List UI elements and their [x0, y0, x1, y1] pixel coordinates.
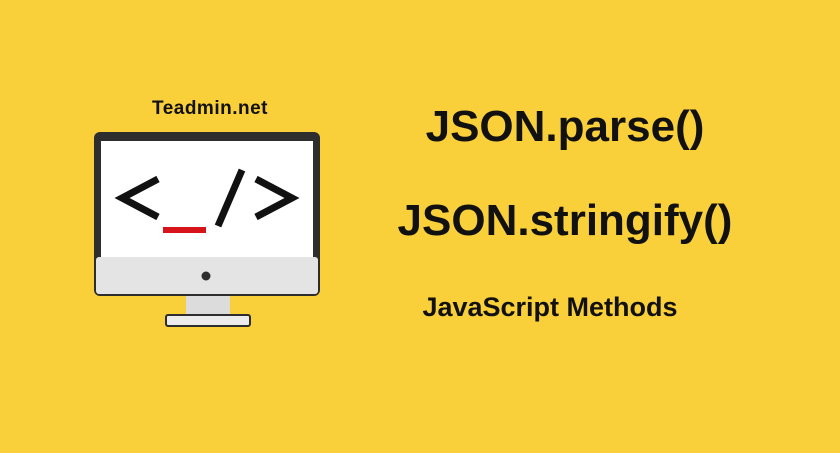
- monitor-base: [165, 314, 251, 327]
- power-dot-icon: [201, 271, 211, 281]
- headline-json-stringify: JSON.stringify(): [397, 196, 733, 245]
- banner-canvas: Teadmin.net JSON.parse() JSON.stringify(…: [0, 0, 840, 453]
- monitor-screen: [101, 141, 313, 257]
- site-brand-label: Teadmin.net: [152, 98, 268, 119]
- code-underscore-glyph: [163, 227, 206, 233]
- subtitle-javascript-methods: JavaScript Methods: [422, 292, 678, 322]
- monitor-neck: [186, 296, 230, 316]
- headline-json-parse: JSON.parse(): [425, 102, 705, 151]
- monitor-code-icon: [94, 132, 320, 327]
